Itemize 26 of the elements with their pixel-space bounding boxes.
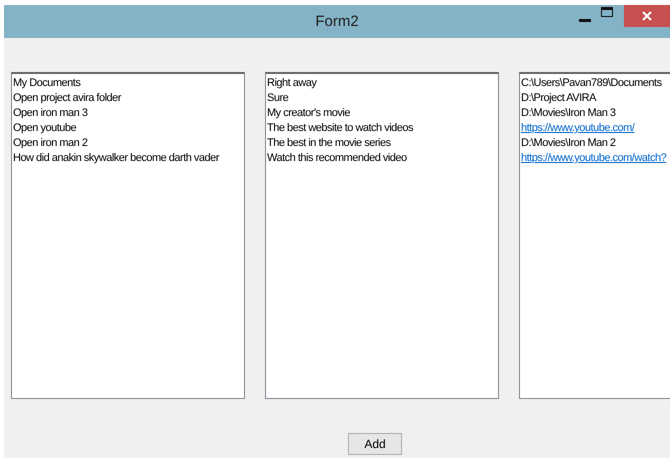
list-item[interactable]: Right away	[267, 76, 316, 91]
close-icon	[642, 11, 652, 21]
list-item[interactable]: D:\Movies\Iron Man 3	[521, 106, 616, 121]
list-item[interactable]: C:\Users\Pavan789\Documents	[521, 76, 662, 91]
list-item[interactable]: D:\Movies\Iron Man 2	[521, 136, 616, 151]
list-item[interactable]: Open iron man 3	[13, 106, 88, 121]
list-item[interactable]: Open iron man 2	[13, 136, 88, 151]
list-item-link[interactable]: https://www.youtube.com/watch?	[521, 151, 666, 166]
list-item[interactable]: Open youtube	[13, 121, 76, 136]
list-box[interactable]: C:\Users\Pavan789\Documents D:\Project AVIRA D:\Movies\Iron Man 3 https://www.youtube.com/ D:\Movies\Iron Man 2 https://www.youtube.com/watch?	[519, 72, 670, 399]
list-item[interactable]: Open project avira folder	[13, 91, 121, 106]
window-title: Form2	[315, 13, 359, 30]
list-item[interactable]: Sure	[267, 91, 288, 106]
add-button[interactable]: Add	[348, 433, 402, 455]
list-box[interactable]: Right away Sure My creator's movie The best website to watch videos The best in the movie series Watch this recommended video	[265, 72, 499, 399]
list-box[interactable]: My Documents Open project avira folder Open iron man 3 Open youtube Open iron man 2 How did anakin skywalker become darth vader	[11, 72, 245, 399]
close-button[interactable]	[624, 5, 670, 27]
list-item[interactable]: Watch this recommended video	[267, 151, 407, 166]
list-item[interactable]: My creator's movie	[267, 106, 350, 121]
list-item[interactable]: The best in the movie series	[267, 136, 391, 151]
list-item[interactable]: D:\Project AVIRA	[521, 91, 596, 106]
list-item[interactable]: My Documents	[13, 76, 80, 91]
list-item[interactable]: How did anakin skywalker become darth vader	[13, 151, 219, 166]
list-item[interactable]: The best website to watch videos	[267, 121, 414, 136]
maximize-icon[interactable]	[601, 7, 613, 17]
list-item-link[interactable]: https://www.youtube.com/	[521, 121, 634, 136]
